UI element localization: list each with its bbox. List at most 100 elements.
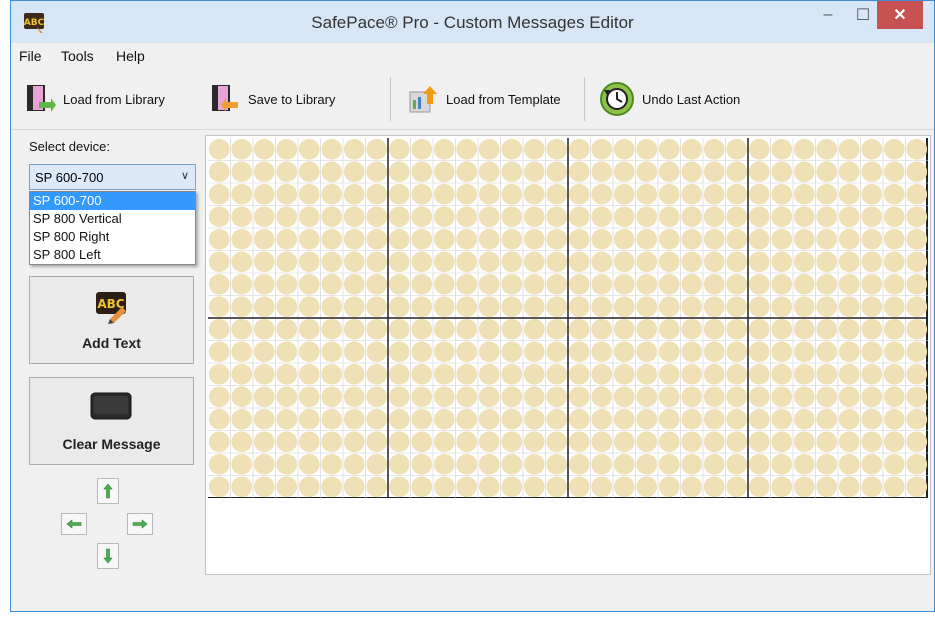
led-dot[interactable]: [411, 363, 433, 385]
led-dot[interactable]: [388, 408, 410, 430]
led-dot[interactable]: [861, 206, 883, 228]
led-dot[interactable]: [703, 408, 725, 430]
device-option[interactable]: SP 800 Right: [30, 228, 195, 246]
led-dot[interactable]: [208, 273, 230, 295]
led-dot[interactable]: [253, 251, 275, 273]
led-dot[interactable]: [748, 363, 770, 385]
led-dot[interactable]: [771, 183, 793, 205]
led-dot[interactable]: [681, 476, 703, 498]
led-dot[interactable]: [681, 273, 703, 295]
led-dot[interactable]: [771, 363, 793, 385]
led-dot[interactable]: [253, 386, 275, 408]
led-dot[interactable]: [883, 206, 905, 228]
led-dot[interactable]: [793, 251, 815, 273]
led-dot[interactable]: [343, 408, 365, 430]
led-dot[interactable]: [546, 431, 568, 453]
led-dot[interactable]: [456, 138, 478, 160]
led-dot[interactable]: [748, 183, 770, 205]
led-dot[interactable]: [456, 296, 478, 318]
led-dot[interactable]: [366, 138, 388, 160]
led-dot[interactable]: [523, 138, 545, 160]
led-dot[interactable]: [501, 273, 523, 295]
led-dot[interactable]: [793, 453, 815, 475]
led-dot[interactable]: [591, 476, 613, 498]
led-dot[interactable]: [388, 318, 410, 340]
led-dot[interactable]: [883, 183, 905, 205]
led-dot[interactable]: [298, 183, 320, 205]
led-dot[interactable]: [456, 431, 478, 453]
led-dot[interactable]: [793, 476, 815, 498]
led-dot[interactable]: [321, 183, 343, 205]
led-dot[interactable]: [343, 341, 365, 363]
led-dot[interactable]: [501, 386, 523, 408]
led-dot[interactable]: [231, 476, 253, 498]
led-dot[interactable]: [838, 408, 860, 430]
move-down-button[interactable]: [97, 543, 119, 569]
led-dot[interactable]: [321, 206, 343, 228]
led-dot[interactable]: [411, 476, 433, 498]
led-dot[interactable]: [568, 318, 590, 340]
led-dot[interactable]: [703, 206, 725, 228]
led-dot[interactable]: [253, 228, 275, 250]
led-dot[interactable]: [433, 408, 455, 430]
led-dot[interactable]: [276, 341, 298, 363]
led-dot[interactable]: [478, 161, 500, 183]
led-dot[interactable]: [793, 386, 815, 408]
led-dot[interactable]: [636, 363, 658, 385]
led-dot[interactable]: [231, 206, 253, 228]
led-dot[interactable]: [478, 228, 500, 250]
led-dot[interactable]: [501, 206, 523, 228]
led-dot[interactable]: [343, 273, 365, 295]
led-dot[interactable]: [906, 431, 928, 453]
led-dot[interactable]: [568, 161, 590, 183]
led-dot[interactable]: [411, 341, 433, 363]
led-dot[interactable]: [613, 363, 635, 385]
led-dot[interactable]: [231, 183, 253, 205]
led-dot[interactable]: [208, 183, 230, 205]
led-dot[interactable]: [388, 431, 410, 453]
led-dot[interactable]: [253, 431, 275, 453]
led-dot[interactable]: [321, 341, 343, 363]
led-dot[interactable]: [771, 386, 793, 408]
led-dot[interactable]: [568, 408, 590, 430]
led-dot[interactable]: [343, 363, 365, 385]
led-dot[interactable]: [636, 161, 658, 183]
led-dot[interactable]: [816, 408, 838, 430]
led-dot[interactable]: [861, 161, 883, 183]
led-dot[interactable]: [726, 386, 748, 408]
led-dot[interactable]: [816, 138, 838, 160]
led-dot[interactable]: [478, 206, 500, 228]
led-dot[interactable]: [366, 431, 388, 453]
led-dot[interactable]: [726, 453, 748, 475]
led-dot[interactable]: [276, 363, 298, 385]
led-dot[interactable]: [298, 476, 320, 498]
led-dot[interactable]: [343, 251, 365, 273]
led-dot[interactable]: [433, 363, 455, 385]
led-dot[interactable]: [883, 273, 905, 295]
led-dot[interactable]: [208, 408, 230, 430]
led-dot[interactable]: [321, 408, 343, 430]
led-dot[interactable]: [343, 228, 365, 250]
led-dot[interactable]: [613, 273, 635, 295]
led-dot[interactable]: [478, 431, 500, 453]
led-dot[interactable]: [613, 296, 635, 318]
led-dot[interactable]: [591, 431, 613, 453]
led-dot[interactable]: [681, 341, 703, 363]
minimize-button[interactable]: –: [814, 1, 842, 29]
led-grid[interactable]: [208, 138, 928, 498]
device-option[interactable]: SP 800 Left: [30, 246, 195, 264]
led-dot[interactable]: [366, 296, 388, 318]
led-dot[interactable]: [568, 183, 590, 205]
led-dot[interactable]: [681, 408, 703, 430]
led-dot[interactable]: [546, 453, 568, 475]
led-dot[interactable]: [501, 296, 523, 318]
led-dot[interactable]: [546, 183, 568, 205]
led-dot[interactable]: [793, 206, 815, 228]
led-dot[interactable]: [343, 431, 365, 453]
led-dot[interactable]: [478, 453, 500, 475]
led-dot[interactable]: [636, 138, 658, 160]
led-dot[interactable]: [861, 363, 883, 385]
led-dot[interactable]: [883, 431, 905, 453]
led-dot[interactable]: [591, 296, 613, 318]
led-dot[interactable]: [861, 386, 883, 408]
